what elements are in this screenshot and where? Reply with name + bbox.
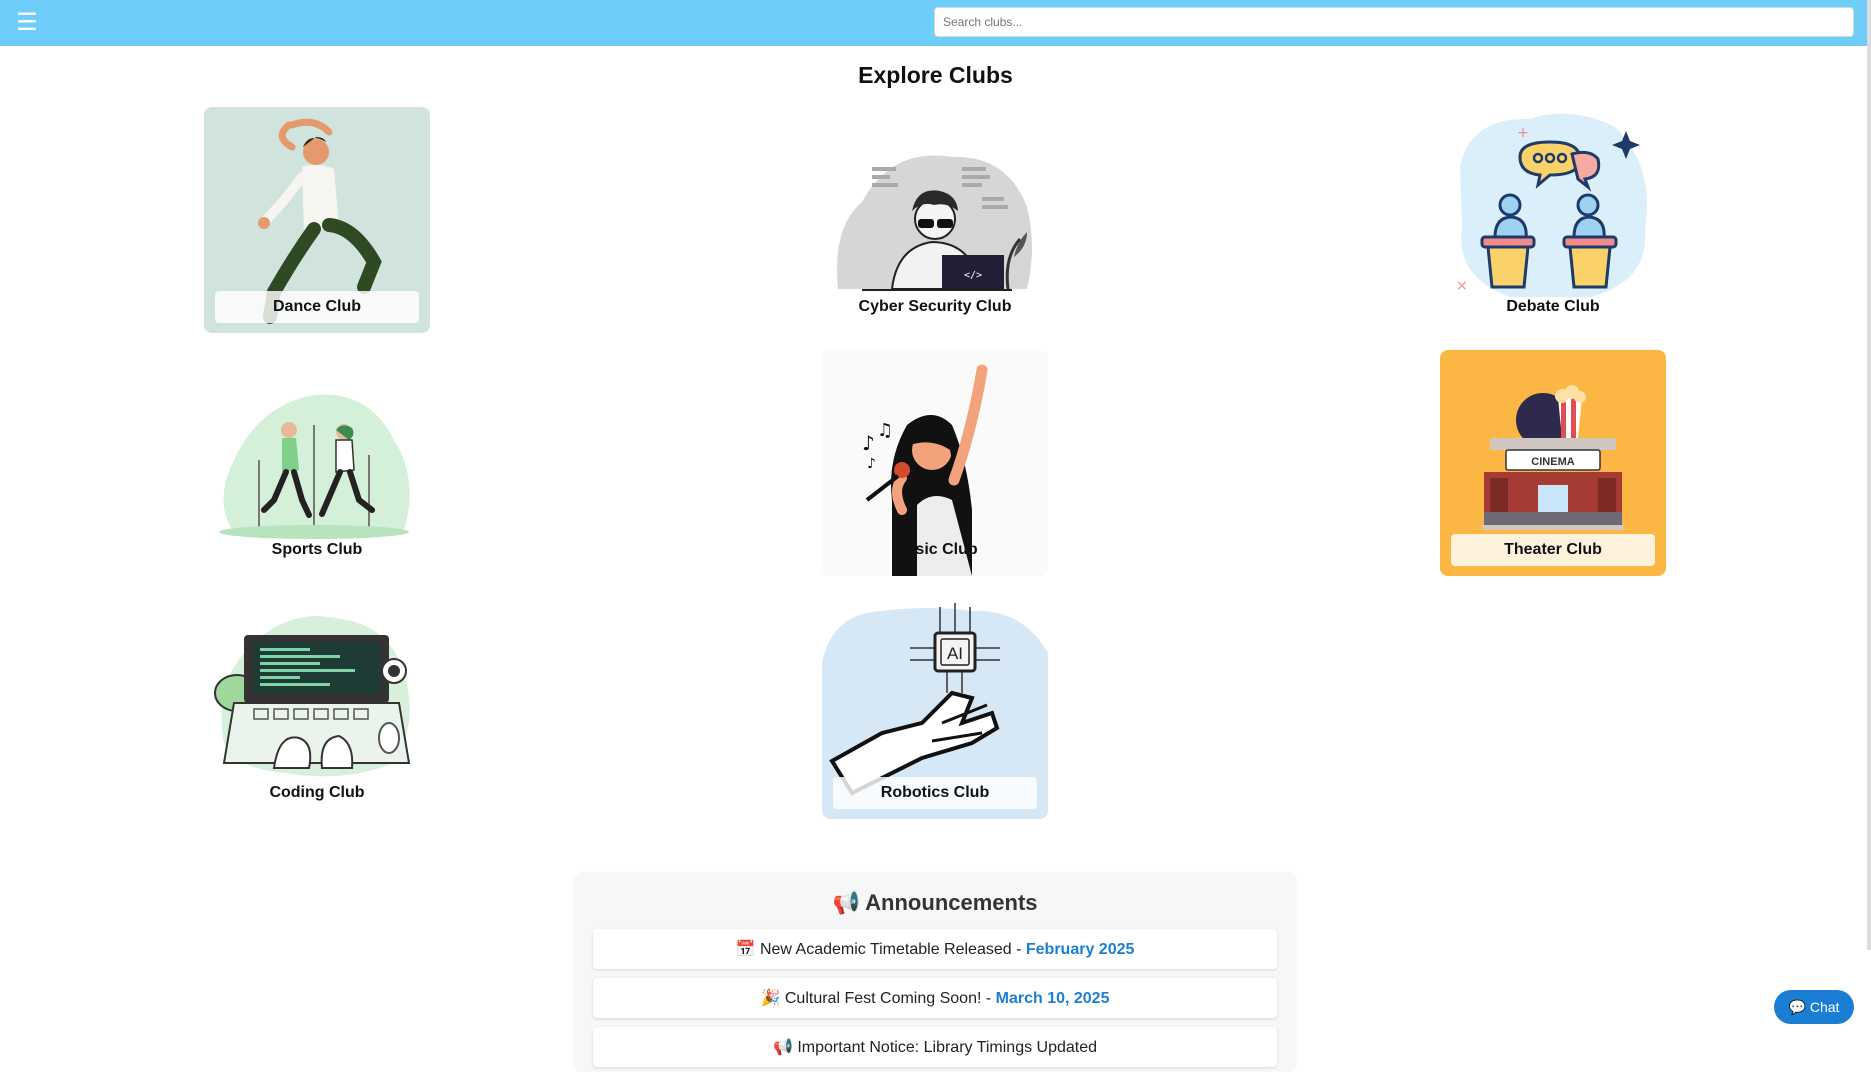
club-card-theater[interactable]: CINEMA Theater Club xyxy=(1440,350,1666,576)
club-card-label: Theater Club xyxy=(1451,534,1655,566)
page-scrollbar[interactable] xyxy=(1867,0,1871,950)
club-card-cyber-security[interactable]: </> Cyber Security Club xyxy=(822,107,1048,333)
svg-text:♫: ♫ xyxy=(877,420,893,441)
chat-bubble-icon: 💬 xyxy=(1788,1000,1806,1016)
announcement-item[interactable]: 📅 New Academic Timetable Released - Febr… xyxy=(593,929,1277,969)
page-title: Explore Clubs xyxy=(858,62,1013,88)
club-card-label: Sports Club xyxy=(271,541,363,558)
announcements-panel: 📢 Announcements 📅 New Academic Timetable… xyxy=(574,872,1296,1072)
svg-text:♪: ♪ xyxy=(867,456,876,472)
club-card-music[interactable]: ♪ ♫ ♪ Music Club xyxy=(822,350,1048,576)
svg-text:CINEMA: CINEMA xyxy=(1531,456,1574,468)
club-card-dance[interactable]: Dance Club xyxy=(204,107,430,333)
club-card-label: Music Club xyxy=(892,541,978,558)
club-card-coding[interactable]: Coding Club xyxy=(204,593,430,819)
chat-button[interactable]: 💬 Chat xyxy=(1774,990,1854,1024)
club-card-sports[interactable]: Sports Club xyxy=(204,350,430,576)
club-card-robotics[interactable]: AI Robotics Club xyxy=(822,593,1048,819)
announcement-text: Important Notice: Library Timings Update… xyxy=(797,1039,1098,1056)
megaphone-icon: 📢 xyxy=(772,1037,793,1056)
announcements-title: 📢 Announcements xyxy=(574,890,1296,916)
announcement-date: February 2025 xyxy=(1025,941,1135,958)
search-input[interactable] xyxy=(934,7,1854,37)
announcement-text: New Academic Timetable Released - xyxy=(759,941,1026,958)
megaphone-icon: 📢 xyxy=(832,891,860,916)
announcement-item[interactable]: 🎉 Cultural Fest Coming Soon! - March 10,… xyxy=(593,978,1277,1018)
calendar-icon: 📅 xyxy=(735,939,756,958)
club-card-label: Debate Club xyxy=(1506,298,1600,315)
announcement-item[interactable]: 📢 Important Notice: Library Timings Upda… xyxy=(593,1027,1277,1067)
club-card-label: Robotics Club xyxy=(833,777,1037,809)
svg-text:AI: AI xyxy=(947,644,963,663)
top-bar: ☰ xyxy=(0,0,1871,46)
svg-text:</>: </> xyxy=(964,270,982,281)
hamburger-menu-icon[interactable]: ☰ xyxy=(14,8,40,36)
club-card-debate[interactable]: + × Debate Club xyxy=(1440,107,1666,333)
svg-text:♪: ♪ xyxy=(862,431,875,455)
svg-text:+: + xyxy=(1517,125,1529,141)
party-popper-icon: 🎉 xyxy=(760,988,781,1007)
announcement-date: March 10, 2025 xyxy=(995,990,1110,1007)
announcement-text: Cultural Fest Coming Soon! - xyxy=(784,990,996,1007)
club-card-label: Coding Club xyxy=(269,784,365,801)
club-card-label: Cyber Security Club xyxy=(858,298,1012,315)
chat-label: Chat xyxy=(1809,999,1840,1015)
club-card-label: Dance Club xyxy=(215,291,419,323)
announcements-heading: Announcements xyxy=(865,890,1038,915)
